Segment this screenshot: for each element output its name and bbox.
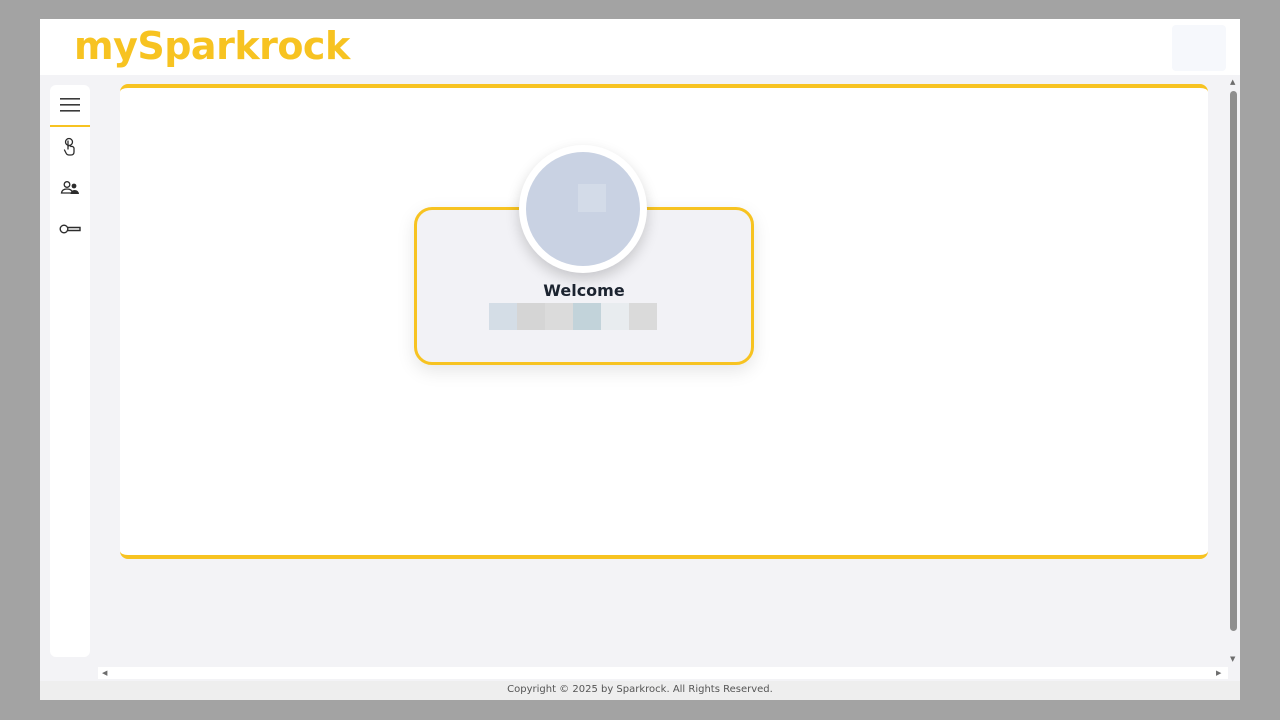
scroll-up-icon[interactable]: ▲ bbox=[1230, 78, 1235, 86]
brand-logo[interactable]: mySparkrock bbox=[74, 23, 350, 69]
hamburger-menu-icon bbox=[60, 98, 80, 112]
avatar[interactable] bbox=[519, 145, 647, 273]
welcome-title: Welcome bbox=[543, 281, 625, 300]
top-header: mySparkrock bbox=[40, 19, 1240, 75]
sidebar bbox=[50, 85, 90, 657]
key-icon bbox=[59, 224, 81, 234]
touch-pointer-icon bbox=[63, 137, 75, 156]
header-user-area[interactable] bbox=[1172, 25, 1226, 71]
app-window: mySparkrock Welcome ▲ ▼ ◀ ▶ Copyright © … bbox=[40, 19, 1240, 700]
footer: Copyright © 2025 by Sparkrock. All Right… bbox=[40, 681, 1240, 700]
horizontal-scrollbar[interactable]: ◀ ▶ bbox=[98, 667, 1228, 679]
sidebar-item-touch[interactable] bbox=[58, 135, 82, 159]
user-group-icon bbox=[60, 181, 79, 194]
scroll-down-icon[interactable]: ▼ bbox=[1230, 655, 1235, 663]
vertical-scrollbar[interactable]: ▲ ▼ bbox=[1228, 75, 1240, 667]
hamburger-menu-button[interactable] bbox=[50, 85, 90, 127]
sidebar-item-users[interactable] bbox=[58, 176, 82, 200]
sidebar-item-keys[interactable] bbox=[58, 217, 82, 241]
avatar-image bbox=[526, 152, 640, 266]
vertical-scroll-thumb[interactable] bbox=[1230, 91, 1237, 631]
scroll-left-icon[interactable]: ◀ bbox=[102, 669, 107, 677]
scroll-right-icon[interactable]: ▶ bbox=[1216, 669, 1221, 677]
copyright-text: Copyright © 2025 by Sparkrock. All Right… bbox=[507, 684, 773, 695]
user-name-redacted bbox=[489, 303, 657, 330]
avatar-placeholder-icon bbox=[578, 184, 606, 212]
